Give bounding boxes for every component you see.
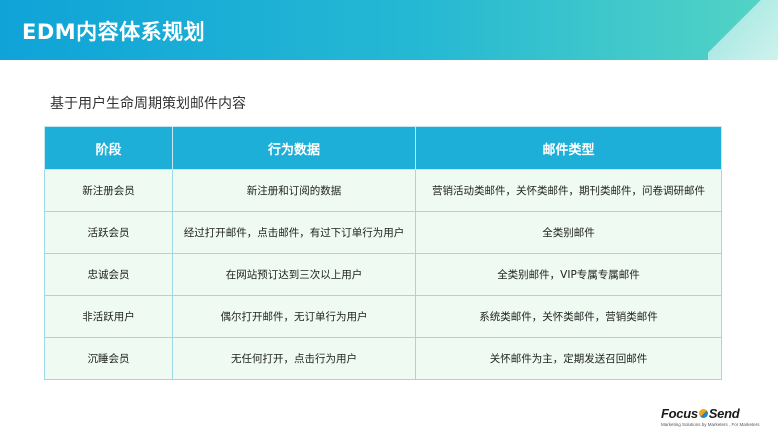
table-cell: 忠诚会员 [44, 253, 173, 296]
logo-wordmark: Focus Send [661, 406, 771, 421]
focussend-logo: Focus Send Marketing Solutions by Market… [661, 406, 771, 434]
table-cell: 新注册和订阅的数据 [172, 169, 416, 212]
table-cell: 沉睡会员 [44, 337, 173, 380]
table-cell: 系统类邮件，关怀类邮件，营销类邮件 [415, 295, 722, 338]
table-cell: 关怀邮件为主，定期发送召回邮件 [415, 337, 722, 380]
header-banner: EDM内容体系规划 [0, 0, 778, 60]
column-header-email-type: 邮件类型 [415, 126, 722, 170]
table-row: 活跃会员 经过打开邮件，点击邮件，有过下订单行为用户 全类别邮件 [44, 211, 722, 254]
table-cell: 偶尔打开邮件，无订单行为用户 [172, 295, 416, 338]
table-cell: 活跃会员 [44, 211, 173, 254]
table-row: 沉睡会员 无任何打开，点击行为用户 关怀邮件为主，定期发送召回邮件 [44, 337, 722, 380]
table-cell: 无任何打开，点击行为用户 [172, 337, 416, 380]
table-row: 新注册会员 新注册和订阅的数据 营销活动类邮件，关怀类邮件，期刊类邮件，问卷调研… [44, 169, 722, 212]
logo-brand-left: Focus [661, 406, 698, 421]
section-subtitle: 基于用户生命周期策划邮件内容 [50, 96, 246, 112]
table-cell: 营销活动类邮件，关怀类邮件，期刊类邮件，问卷调研邮件 [415, 169, 722, 212]
page-fold-decoration [708, 0, 778, 60]
table-cell: 新注册会员 [44, 169, 173, 212]
table-cell: 全类别邮件 [415, 211, 722, 254]
edm-plan-table: 阶段 行为数据 邮件类型 新注册会员 新注册和订阅的数据 营销活动类邮件，关怀类… [44, 126, 722, 380]
table-cell: 在网站预订达到三次以上用户 [172, 253, 416, 296]
column-header-stage: 阶段 [44, 126, 173, 170]
table-cell: 经过打开邮件，点击邮件，有过下订单行为用户 [172, 211, 416, 254]
table-header-row: 阶段 行为数据 邮件类型 [44, 126, 722, 170]
logo-ball-icon [698, 409, 708, 418]
column-header-behavior: 行为数据 [172, 126, 416, 170]
table-row: 忠诚会员 在网站预订达到三次以上用户 全类别邮件，VIP专属专属邮件 [44, 253, 722, 296]
table-row: 非活跃用户 偶尔打开邮件，无订单行为用户 系统类邮件，关怀类邮件，营销类邮件 [44, 295, 722, 338]
table-cell: 非活跃用户 [44, 295, 173, 338]
logo-tagline: Marketing Solutions by Marketers , For M… [661, 422, 760, 427]
logo-brand-right: Send [708, 406, 740, 421]
page-title: EDM内容体系规划 [22, 20, 206, 44]
table-cell: 全类别邮件，VIP专属专属邮件 [415, 253, 722, 296]
